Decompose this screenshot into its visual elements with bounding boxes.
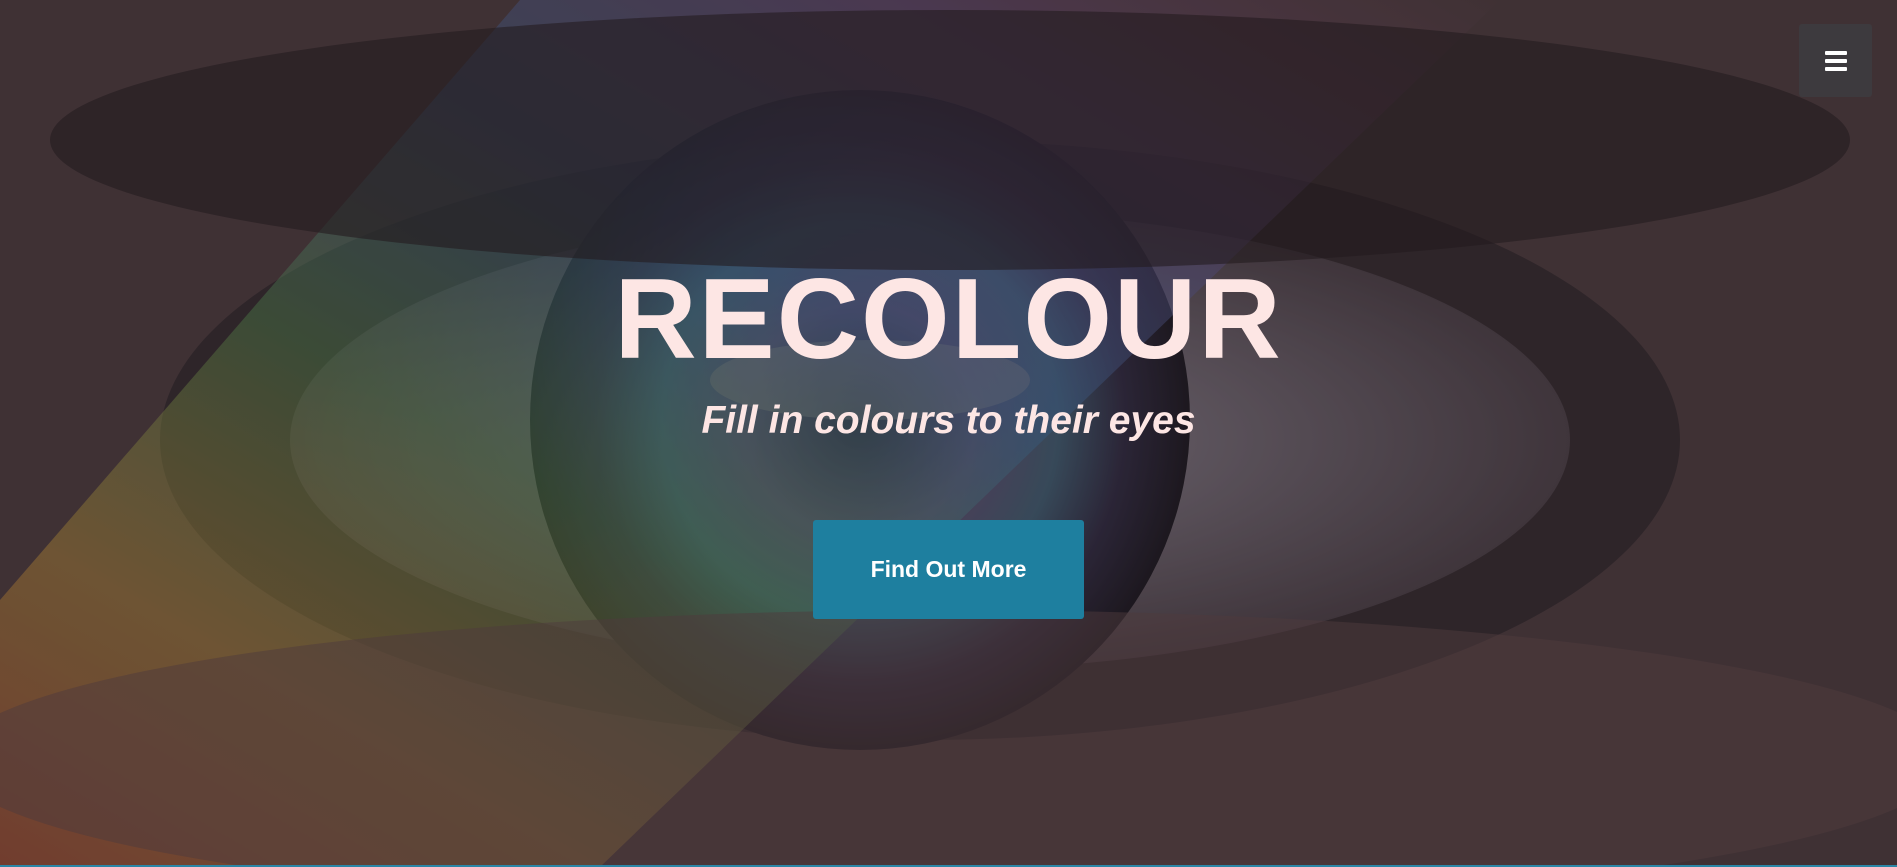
menu-toggle-button[interactable] [1799,24,1872,97]
find-out-more-button[interactable]: Find Out More [813,520,1084,619]
hamburger-menu-icon [1824,50,1847,71]
hero-subtitle: Fill in colours to their eyes [701,399,1196,442]
hero-section: RECOLOUR Fill in colours to their eyes F… [0,0,1897,867]
hero-title: RECOLOUR [614,256,1283,383]
hero-content: RECOLOUR Fill in colours to their eyes F… [0,250,1897,619]
